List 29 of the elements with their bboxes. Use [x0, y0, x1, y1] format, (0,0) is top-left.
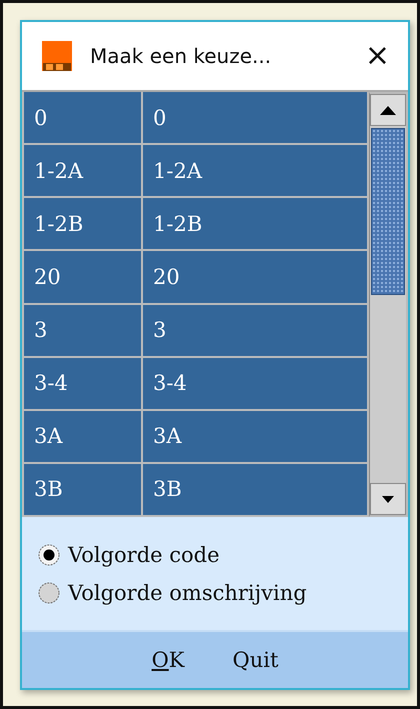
dialog-button[interactable]: Quit — [228, 646, 282, 674]
table-cell[interactable]: 0 — [143, 92, 367, 144]
radio-option[interactable]: Volgorde omschrijving — [38, 580, 408, 604]
window-title: Maak een keuze... — [90, 44, 272, 68]
app-logo-icon — [42, 41, 72, 71]
down-arrow-icon[interactable] — [382, 496, 394, 502]
table-cell[interactable]: 1-2A — [143, 145, 367, 196]
table-cell[interactable]: 1-2B — [24, 198, 141, 250]
table-cell[interactable]: 1-2A — [24, 145, 141, 196]
table-cell[interactable]: 20 — [24, 251, 141, 302]
table-cell[interactable]: 1-2B — [143, 198, 367, 250]
radio-button[interactable] — [38, 582, 60, 604]
scrollbar[interactable] — [369, 92, 408, 517]
table-cell[interactable]: 3-4 — [143, 358, 367, 409]
table-cell[interactable]: 20 — [143, 251, 367, 302]
radio-button[interactable] — [38, 544, 60, 566]
scroll-thumb[interactable] — [371, 128, 405, 295]
table-cell[interactable]: 3B — [24, 464, 141, 515]
table-cell[interactable]: 0 — [24, 92, 141, 144]
table-cell[interactable]: 3B — [143, 464, 367, 515]
dialog-button[interactable]: OK — [148, 646, 188, 674]
up-arrow-icon[interactable] — [380, 106, 396, 114]
table-cell[interactable]: 3-4 — [24, 358, 141, 409]
close-button[interactable]: × — [360, 41, 394, 71]
radio-option[interactable]: Volgorde code — [38, 542, 408, 566]
table-cell[interactable]: 3A — [24, 410, 141, 462]
table-cell[interactable]: 3A — [143, 410, 367, 462]
table-cell[interactable]: 3 — [24, 304, 141, 356]
table-cell[interactable]: 3 — [143, 304, 367, 356]
